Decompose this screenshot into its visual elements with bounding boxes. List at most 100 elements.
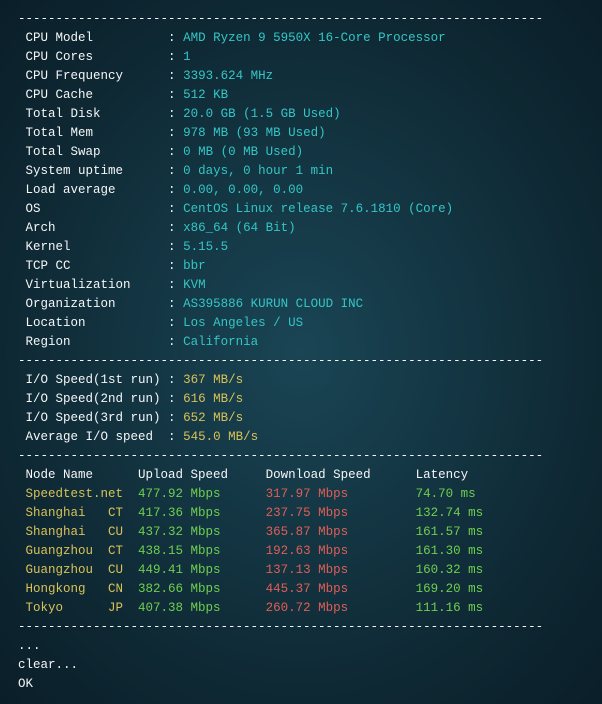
upload-speed: 417.36 Mbps [138, 506, 266, 520]
terminal-line: ----------------------------------------… [18, 10, 584, 29]
io-label: I/O Speed(1st run) [26, 373, 169, 387]
sys-value: 20.0 GB (1.5 GB Used) [183, 107, 341, 121]
sys-label: CPU Cache [26, 88, 169, 102]
terminal-line: TCP CC : bbr [18, 257, 584, 276]
node-name: Speedtest.net [26, 487, 139, 501]
upload-speed: 382.66 Mbps [138, 582, 266, 596]
divider: ----------------------------------------… [18, 449, 543, 463]
sys-value: 5.15.5 [183, 240, 228, 254]
terminal-line: CPU Cache : 512 KB [18, 86, 584, 105]
sys-value: 1 [183, 50, 191, 64]
terminal-line: Guangzhou CT 438.15 Mbps 192.63 Mbps 161… [18, 542, 584, 561]
terminal-line: Organization : AS395886 KURUN CLOUD INC [18, 295, 584, 314]
sys-label: CPU Frequency [26, 69, 169, 83]
download-speed: 192.63 Mbps [266, 544, 416, 558]
divider: ----------------------------------------… [18, 620, 543, 634]
footer-clear: clear... [18, 658, 78, 672]
sys-value: CentOS Linux release 7.6.1810 (Core) [183, 202, 453, 216]
download-speed: 365.87 Mbps [266, 525, 416, 539]
terminal-line: Location : Los Angeles / US [18, 314, 584, 333]
sys-label: Total Swap [26, 145, 169, 159]
node-name: Hongkong CN [26, 582, 139, 596]
node-name: Shanghai CU [26, 525, 139, 539]
terminal-line: ----------------------------------------… [18, 447, 584, 466]
io-label: I/O Speed(2nd run) [26, 392, 169, 406]
footer-dots: ... [18, 639, 41, 653]
sys-label: Total Disk [26, 107, 169, 121]
terminal-line: Kernel : 5.15.5 [18, 238, 584, 257]
terminal-line: Virtualization : KVM [18, 276, 584, 295]
sys-label: TCP CC [26, 259, 169, 273]
terminal-line: Arch : x86_64 (64 Bit) [18, 219, 584, 238]
sys-label: Organization [26, 297, 169, 311]
latency: 160.32 ms [416, 563, 484, 577]
sys-value: 0.00, 0.00, 0.00 [183, 183, 303, 197]
terminal-line: Total Swap : 0 MB (0 MB Used) [18, 143, 584, 162]
sys-label: CPU Cores [26, 50, 169, 64]
sys-label: CPU Model [26, 31, 169, 45]
divider: ----------------------------------------… [18, 354, 543, 368]
sys-label: Load average [26, 183, 169, 197]
sys-label: Region [26, 335, 169, 349]
terminal-line: Hongkong CN 382.66 Mbps 445.37 Mbps 169.… [18, 580, 584, 599]
terminal-output: ----------------------------------------… [18, 10, 584, 694]
terminal-line: Average I/O speed : 545.0 MB/s [18, 428, 584, 447]
terminal-line: I/O Speed(1st run) : 367 MB/s [18, 371, 584, 390]
sys-label: Arch [26, 221, 169, 235]
col-node: Node Name [26, 468, 94, 482]
sys-label: Kernel [26, 240, 169, 254]
sys-value: 3393.624 MHz [183, 69, 273, 83]
node-name: Guangzhou CU [26, 563, 139, 577]
latency: 74.70 ms [416, 487, 476, 501]
download-speed: 237.75 Mbps [266, 506, 416, 520]
terminal-line: Shanghai CU 437.32 Mbps 365.87 Mbps 161.… [18, 523, 584, 542]
sys-label: Virtualization [26, 278, 169, 292]
node-name: Tokyo JP [26, 601, 139, 615]
upload-speed: 438.15 Mbps [138, 544, 266, 558]
latency: 161.57 ms [416, 525, 484, 539]
sys-value: KVM [183, 278, 206, 292]
download-speed: 445.37 Mbps [266, 582, 416, 596]
download-speed: 260.72 Mbps [266, 601, 416, 615]
io-label: I/O Speed(3rd run) [26, 411, 169, 425]
sys-label: Total Mem [26, 126, 169, 140]
terminal-line: Load average : 0.00, 0.00, 0.00 [18, 181, 584, 200]
terminal-line: CPU Model : AMD Ryzen 9 5950X 16-Core Pr… [18, 29, 584, 48]
io-value: 616 MB/s [183, 392, 243, 406]
sys-value: x86_64 (64 Bit) [183, 221, 296, 235]
upload-speed: 449.41 Mbps [138, 563, 266, 577]
sys-value: AS395886 KURUN CLOUD INC [183, 297, 363, 311]
terminal-line: Speedtest.net 477.92 Mbps 317.97 Mbps 74… [18, 485, 584, 504]
terminal-line: Total Disk : 20.0 GB (1.5 GB Used) [18, 105, 584, 124]
col-down: Download Speed [266, 468, 371, 482]
sys-value: Los Angeles / US [183, 316, 303, 330]
sys-value: 978 MB (93 MB Used) [183, 126, 326, 140]
col-up: Upload Speed [138, 468, 228, 482]
terminal-line: Node Name Upload Speed Download Speed La… [18, 466, 584, 485]
sys-value: 0 days, 0 hour 1 min [183, 164, 333, 178]
sys-value: 512 KB [183, 88, 228, 102]
download-speed: 317.97 Mbps [266, 487, 416, 501]
sys-value: AMD Ryzen 9 5950X 16-Core Processor [183, 31, 446, 45]
download-speed: 137.13 Mbps [266, 563, 416, 577]
divider: ----------------------------------------… [18, 12, 543, 26]
terminal-line: Total Mem : 978 MB (93 MB Used) [18, 124, 584, 143]
terminal-line: I/O Speed(3rd run) : 652 MB/s [18, 409, 584, 428]
upload-speed: 477.92 Mbps [138, 487, 266, 501]
terminal-line: ----------------------------------------… [18, 352, 584, 371]
node-name: Guangzhou CT [26, 544, 139, 558]
terminal-line: CPU Frequency : 3393.624 MHz [18, 67, 584, 86]
terminal-line: CPU Cores : 1 [18, 48, 584, 67]
terminal-line: Shanghai CT 417.36 Mbps 237.75 Mbps 132.… [18, 504, 584, 523]
terminal-line: Guangzhou CU 449.41 Mbps 137.13 Mbps 160… [18, 561, 584, 580]
col-lat: Latency [416, 468, 469, 482]
terminal-line: I/O Speed(2nd run) : 616 MB/s [18, 390, 584, 409]
upload-speed: 437.32 Mbps [138, 525, 266, 539]
terminal-line: OS : CentOS Linux release 7.6.1810 (Core… [18, 200, 584, 219]
terminal-line: ----------------------------------------… [18, 618, 584, 637]
latency: 161.30 ms [416, 544, 484, 558]
sys-label: Location [26, 316, 169, 330]
terminal-line: clear... [18, 656, 584, 675]
terminal-line: System uptime : 0 days, 0 hour 1 min [18, 162, 584, 181]
io-value: 545.0 MB/s [183, 430, 258, 444]
